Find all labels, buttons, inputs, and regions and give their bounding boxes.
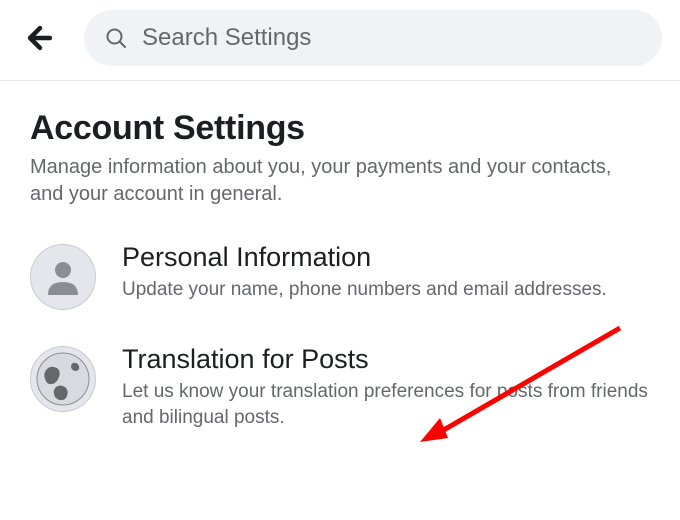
back-button[interactable] xyxy=(18,16,62,60)
search-input[interactable] xyxy=(142,24,642,52)
page-subtitle: Manage information about you, your payme… xyxy=(30,154,650,208)
content: Account Settings Manage information abou… xyxy=(0,81,680,430)
setting-personal-information[interactable]: Personal Information Update your name, p… xyxy=(30,242,650,310)
setting-title: Personal Information xyxy=(122,242,650,273)
header xyxy=(0,0,680,80)
page-title: Account Settings xyxy=(30,109,650,148)
setting-title: Translation for Posts xyxy=(122,344,650,375)
setting-text: Personal Information Update your name, p… xyxy=(122,242,650,303)
setting-text: Translation for Posts Let us know your t… xyxy=(122,344,650,430)
setting-desc: Update your name, phone numbers and emai… xyxy=(122,277,650,303)
setting-desc: Let us know your translation preferences… xyxy=(122,379,650,430)
search-icon xyxy=(104,26,128,50)
search-bar[interactable] xyxy=(84,10,662,66)
back-arrow-icon xyxy=(23,21,57,55)
person-icon xyxy=(30,244,96,310)
globe-icon xyxy=(30,346,96,412)
setting-translation-for-posts[interactable]: Translation for Posts Let us know your t… xyxy=(30,344,650,430)
